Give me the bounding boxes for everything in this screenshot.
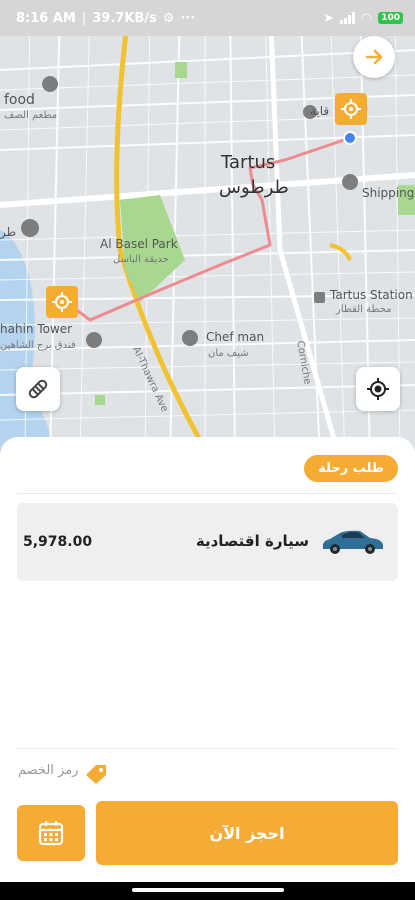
map-label-chef: Chef man — [206, 330, 265, 344]
vehicle-name: سيارة اقتصادية — [195, 532, 309, 550]
map-label-food: food — [4, 92, 35, 108]
location-arrow-icon: ➤ — [322, 10, 334, 26]
map-label-station: Tartus Station — [330, 288, 413, 302]
crosshair-icon — [52, 292, 72, 312]
schedule-button[interactable] — [17, 805, 85, 861]
signal-icon — [339, 12, 355, 24]
destination-pin[interactable] — [335, 93, 367, 125]
map-label-chef-ar: شيف مان — [208, 348, 249, 359]
map-label-park: Al Basel Park — [100, 237, 178, 251]
map-label-city-ar: طرطوس — [219, 177, 289, 198]
ride-request-sheet: طلب رحلة 5,978.00 سيارة اقتصادية رمز الخ… — [0, 437, 415, 882]
route-toggle-button[interactable] — [16, 367, 60, 411]
home-indicator — [132, 888, 284, 892]
map-label-edge-2: قاية — [310, 104, 330, 118]
tag-icon[interactable] — [84, 763, 108, 785]
vehicle-option[interactable]: 5,978.00 سيارة اقتصادية — [17, 503, 398, 581]
calendar-icon — [38, 821, 64, 846]
map-view[interactable]: Tartus طرطوس Al Basel Park حديقة الباسل … — [0, 0, 415, 460]
my-location-icon — [367, 378, 389, 400]
map-canvas — [0, 0, 415, 460]
pickup-pin[interactable] — [46, 286, 78, 318]
map-label-shipping: Shipping c — [362, 186, 415, 200]
vehicle-price: 5,978.00 — [23, 534, 93, 550]
wifi-icon: ◠ — [360, 10, 373, 26]
more-dots-icon: ··· — [180, 10, 196, 26]
map-label-food-ar: مطعم الصف — [4, 110, 58, 121]
map-label-city: Tartus — [221, 152, 276, 173]
my-location-button[interactable] — [356, 367, 400, 411]
map-label-park-ar: حديقة الباسل — [113, 254, 169, 265]
request-ride-tag[interactable]: طلب رحلة — [304, 455, 398, 482]
crosshair-icon — [341, 99, 361, 119]
status-bar: 8:16 AM | 39.7KB/s ⚙ ··· ➤ ◠ 100 — [0, 0, 415, 36]
book-now-button[interactable]: احجز الآن — [96, 801, 398, 865]
status-speed: 39.7KB/s — [92, 10, 157, 26]
divider — [17, 748, 398, 749]
car-icon — [322, 530, 383, 554]
vpn-icon: ⚙ — [162, 10, 175, 26]
map-label-station-ar: محطة القطار — [336, 304, 392, 315]
forward-button[interactable] — [353, 36, 395, 78]
map-label-edge: طر — [0, 225, 17, 239]
arrow-right-icon — [365, 49, 383, 65]
promo-code-label[interactable]: رمز الخصم — [18, 763, 78, 778]
status-time: 8:16 AM — [16, 10, 76, 26]
divider — [17, 493, 398, 494]
battery-icon: 100 — [378, 12, 403, 24]
map-label-tower: hahin Tower — [0, 322, 73, 336]
map-label-tower-ar: فندق برج الشاهين — [0, 340, 76, 351]
route-icon — [28, 379, 48, 399]
